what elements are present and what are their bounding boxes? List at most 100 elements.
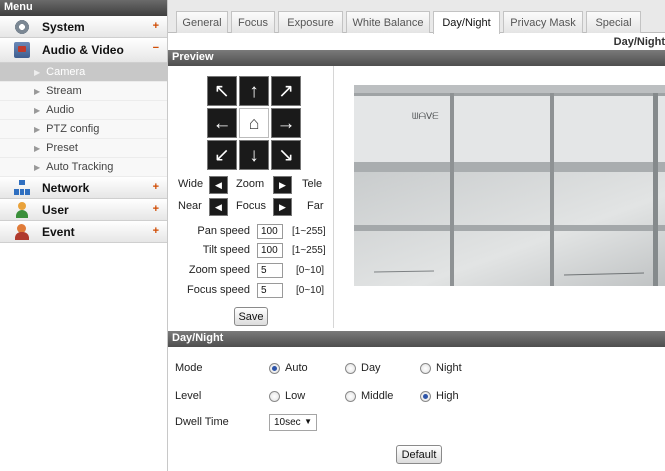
zoom-tele-label: Tele	[302, 178, 323, 190]
expand-toggle[interactable]: +	[153, 181, 159, 193]
sidebar-item-ptz-config[interactable]: ▶ PTZ config	[0, 120, 167, 139]
save-button[interactable]: Save	[234, 307, 268, 326]
dwell-time-select[interactable]: 10sec ▼	[269, 414, 317, 431]
radio-unselected-icon	[345, 362, 356, 374]
expand-toggle[interactable]: +	[153, 225, 159, 237]
pan-speed-range: [1~255]	[292, 226, 326, 237]
chevron-right-icon: ▶	[34, 124, 41, 134]
daynight-section-header: Day/Night	[168, 331, 665, 347]
triangle-left-icon: ◀	[215, 179, 222, 190]
focus-speed-input[interactable]	[257, 283, 283, 298]
pan-right-button[interactable]: →	[271, 108, 301, 138]
focus-speed-range: [0~10]	[296, 285, 325, 296]
pan-up-left-button[interactable]: ↖	[207, 76, 237, 106]
pan-down-left-button[interactable]: ↙	[207, 140, 237, 170]
menu-group-user[interactable]: User +	[0, 199, 167, 221]
sidebar-item-stream[interactable]: ▶ Stream	[0, 82, 167, 101]
pan-speed-input[interactable]	[257, 224, 283, 239]
chevron-right-icon: ▶	[34, 86, 41, 96]
camera-feed-image: ᗯᗩᐯᗴ	[354, 85, 665, 286]
sidebar-item-preset[interactable]: ▶ Preset	[0, 139, 167, 158]
arrow-down-right-icon: ↘	[278, 144, 294, 166]
collapse-toggle[interactable]: −	[153, 42, 159, 54]
focus-near-label: Near	[178, 200, 202, 212]
tab-privacy-mask[interactable]: Privacy Mask	[503, 11, 583, 33]
pan-up-button[interactable]: ↑	[239, 76, 269, 106]
focus-speed-label: Focus speed	[187, 284, 250, 296]
pan-up-right-button[interactable]: ↗	[271, 76, 301, 106]
radio-unselected-icon	[269, 390, 280, 402]
network-icon	[14, 179, 30, 196]
radio-unselected-icon	[345, 390, 356, 402]
mode-label: Mode	[175, 362, 203, 374]
triangle-right-icon: ▶	[279, 179, 286, 190]
zoom-speed-label: Zoom speed	[188, 264, 250, 276]
chevron-right-icon: ▶	[34, 67, 41, 77]
zoom-wide-label: Wide	[178, 178, 204, 190]
menu-group-label: Event	[42, 224, 75, 239]
pan-speed-label: Pan speed	[197, 225, 250, 237]
arrow-up-left-icon: ↖	[214, 80, 230, 102]
main-panel: General Focus Exposure White Balance Day…	[168, 0, 665, 471]
zoom-out-button[interactable]: ◀	[209, 176, 228, 194]
tab-general[interactable]: General	[176, 11, 228, 33]
menu-group-system[interactable]: System +	[0, 16, 167, 38]
default-button[interactable]: Default	[396, 445, 442, 464]
video-overlay-text: ᗯᗩᐯᗴ	[412, 112, 439, 122]
tilt-speed-input[interactable]	[257, 243, 283, 258]
level-high-radio[interactable]: High	[420, 390, 459, 402]
level-label: Level	[175, 390, 202, 402]
arrow-down-icon: ↓	[249, 144, 259, 166]
radio-selected-icon	[420, 390, 431, 402]
arrow-down-left-icon: ↙	[214, 144, 230, 166]
gear-icon	[14, 18, 30, 35]
sidebar-item-auto-tracking[interactable]: ▶ Auto Tracking	[0, 158, 167, 177]
tab-focus[interactable]: Focus	[231, 11, 275, 33]
menu-group-label: Network	[42, 180, 90, 195]
triangle-right-icon: ▶	[279, 201, 286, 212]
pan-left-button[interactable]: ←	[207, 108, 237, 138]
triangle-left-icon: ◀	[215, 201, 222, 212]
sidebar: Menu System + Audio & Video − ▶ Camera ▶…	[0, 0, 168, 471]
home-button[interactable]: ⌂	[239, 108, 269, 138]
dwell-time-label: Dwell Time	[175, 416, 229, 428]
pan-down-right-button[interactable]: ↘	[271, 140, 301, 170]
zoom-speed-input[interactable]	[257, 263, 283, 278]
focus-label: Focus	[236, 200, 266, 212]
video-preview: ᗯᗩᐯᗴ	[354, 85, 665, 286]
expand-toggle[interactable]: +	[153, 20, 159, 32]
tab-day-night[interactable]: Day/Night	[433, 11, 500, 34]
level-middle-radio[interactable]: Middle	[345, 390, 393, 402]
radio-unselected-icon	[420, 362, 431, 374]
radio-selected-icon	[269, 362, 280, 374]
tab-special[interactable]: Special	[586, 11, 641, 33]
level-low-radio[interactable]: Low	[269, 390, 305, 402]
focus-far-label: Far	[307, 200, 324, 212]
mode-auto-radio[interactable]: Auto	[269, 362, 308, 374]
arrow-right-icon: →	[276, 112, 296, 134]
event-icon	[14, 223, 30, 240]
ptz-control-panel: ↖ ↑ ↗ ← ⌂ → ↙ ↓ ↘ Wide ◀ Zoom ▶ Tele Nea…	[168, 66, 334, 328]
pan-down-button[interactable]: ↓	[239, 140, 269, 170]
focus-near-button[interactable]: ◀	[209, 198, 228, 216]
menu-group-audio-video[interactable]: Audio & Video −	[0, 38, 167, 63]
focus-far-button[interactable]: ▶	[273, 198, 292, 216]
expand-toggle[interactable]: +	[153, 203, 159, 215]
sidebar-item-audio[interactable]: ▶ Audio	[0, 101, 167, 120]
menu-group-event[interactable]: Event +	[0, 221, 167, 243]
tab-white-balance[interactable]: White Balance	[346, 11, 430, 33]
arrow-up-icon: ↑	[249, 80, 259, 102]
tab-exposure[interactable]: Exposure	[278, 11, 343, 33]
tab-bar: General Focus Exposure White Balance Day…	[168, 0, 665, 34]
menu-group-label: User	[42, 202, 69, 217]
mode-day-radio[interactable]: Day	[345, 362, 381, 374]
chevron-right-icon: ▶	[34, 105, 41, 115]
menu-group-network[interactable]: Network +	[0, 177, 167, 199]
menu-group-label: Audio & Video	[42, 43, 124, 57]
home-icon: ⌂	[248, 113, 260, 133]
zoom-speed-range: [0~10]	[296, 265, 325, 276]
mode-night-radio[interactable]: Night	[420, 362, 462, 374]
camera-icon	[14, 42, 30, 58]
zoom-in-button[interactable]: ▶	[273, 176, 292, 194]
sidebar-item-camera[interactable]: ▶ Camera	[0, 63, 167, 82]
